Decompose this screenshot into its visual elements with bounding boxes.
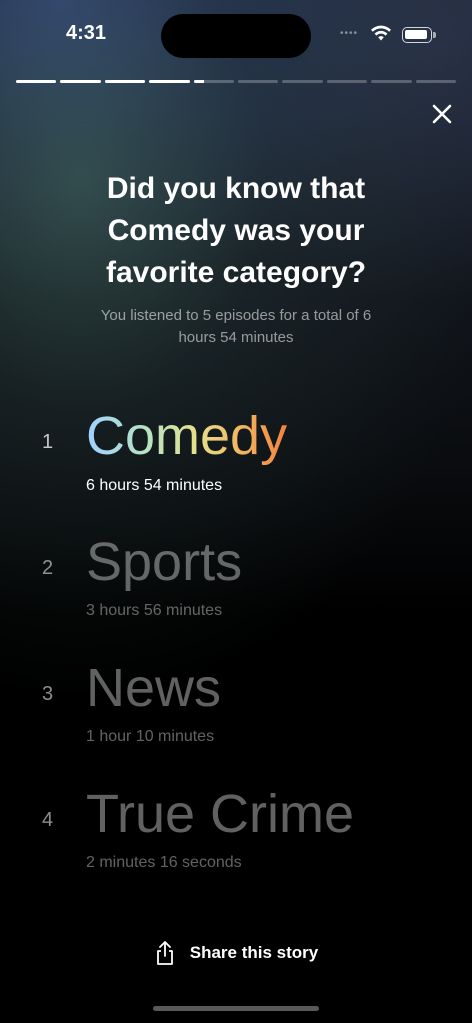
category-duration: 2 minutes 16 seconds [86,854,242,871]
category-duration: 1 hour 10 minutes [86,728,215,745]
signal-dots-icon: •••• [340,28,359,39]
progress-segment [16,80,57,83]
progress-segment-fill [16,80,57,83]
progress-segment-fill [60,80,101,83]
battery-icon [402,27,436,43]
progress-segment [149,80,190,83]
dynamic-island [161,14,311,58]
headline: Did you know that Comedy was your favori… [105,172,367,289]
category-duration: 3 hours 56 minutes [86,602,223,619]
progress-segment [193,80,235,83]
share-icon [156,941,173,965]
wifi-icon [371,25,391,41]
progress-segment-fill [193,80,204,83]
progress-segment-fill [104,80,146,83]
progress-segment [282,80,323,83]
progress-segment [104,80,146,83]
share-story-button[interactable]: Share this story [0,940,472,966]
status-bar: 4:31 •••• [0,0,472,70]
story-progress-bar [16,80,457,83]
category-rank: 3 [42,683,54,705]
progress-segment-fill [149,80,190,83]
close-icon[interactable] [428,100,456,128]
progress-segment [415,80,457,83]
category-item-4: 4 True Crime 2 minutes 16 seconds [0,778,472,888]
share-label: Share this story [189,943,319,962]
category-name: True Crime [86,784,355,844]
category-rank: 4 [42,809,54,831]
category-duration: 6 hours 54 minutes [86,477,223,494]
progress-segment [371,80,412,83]
progress-segment [326,80,368,83]
category-rank: 2 [42,557,54,579]
category-rank: 1 [42,431,54,453]
progress-segment [238,80,279,83]
progress-segment [60,80,101,83]
category-item-2: 2 Sports 3 hours 56 minutes [0,526,472,636]
home-indicator[interactable] [153,1006,319,1011]
category-name: Comedy [86,406,288,466]
category-name: Sports [86,532,243,592]
category-item-3: 3 News 1 hour 10 minutes [0,652,472,762]
story-screen: 4:31 •••• Did you know that Comedy was y… [0,0,472,1023]
category-name: News [86,658,222,718]
status-time: 4:31 [66,22,107,44]
category-item-1: 1 Comedy 6 hours 54 minutes [0,400,472,510]
summary-text: You listened to 5 episodes for a total o… [100,307,372,346]
